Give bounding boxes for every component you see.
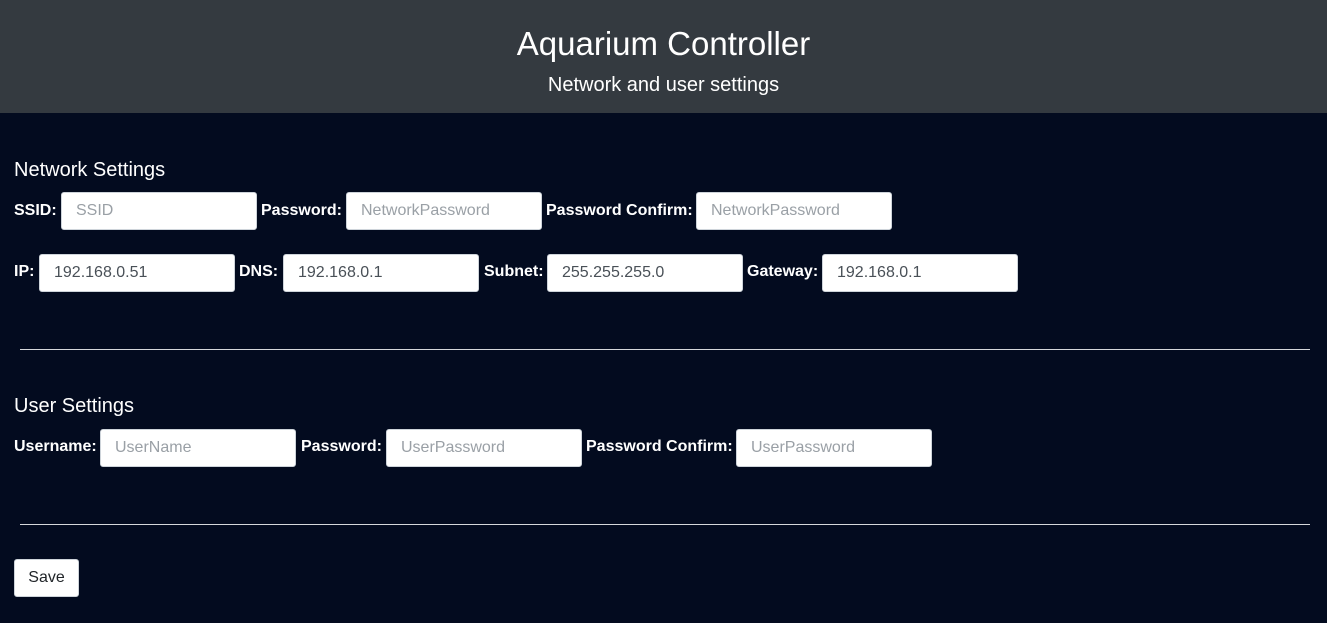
ip-label: IP:: [14, 263, 35, 280]
network-settings-title: Network Settings: [14, 159, 166, 181]
username-input[interactable]: [100, 429, 296, 467]
subnet-label: Subnet:: [484, 263, 544, 280]
gateway-input[interactable]: [822, 254, 1018, 292]
app-title: Aquarium Controller: [516, 25, 811, 62]
dns-label: DNS:: [239, 263, 279, 280]
gateway-label: Gateway:: [747, 263, 819, 280]
user-password-label: Password:: [301, 438, 382, 455]
ip-input[interactable]: [39, 254, 235, 292]
user-settings-title: User Settings: [14, 395, 135, 417]
dns-input[interactable]: [283, 254, 479, 292]
app-header: Aquarium Controller Network and user set…: [0, 0, 1327, 113]
subnet-input[interactable]: [547, 254, 743, 292]
ssid-input[interactable]: [61, 192, 257, 230]
username-label: Username:: [14, 438, 97, 455]
user-password-input[interactable]: [386, 429, 582, 467]
network-password-label: Password:: [261, 202, 342, 219]
section-divider: [20, 524, 1310, 525]
network-password-input[interactable]: [346, 192, 542, 230]
user-password-confirm-input[interactable]: [736, 429, 932, 467]
user-password-confirm-label: Password Confirm:: [586, 438, 733, 455]
network-password-confirm-input[interactable]: [696, 192, 892, 230]
save-button[interactable]: Save: [14, 559, 79, 597]
network-password-confirm-label: Password Confirm:: [546, 202, 693, 219]
app-subtitle: Network and user settings: [547, 74, 780, 96]
section-divider: [20, 349, 1310, 350]
ssid-label: SSID:: [14, 202, 57, 219]
